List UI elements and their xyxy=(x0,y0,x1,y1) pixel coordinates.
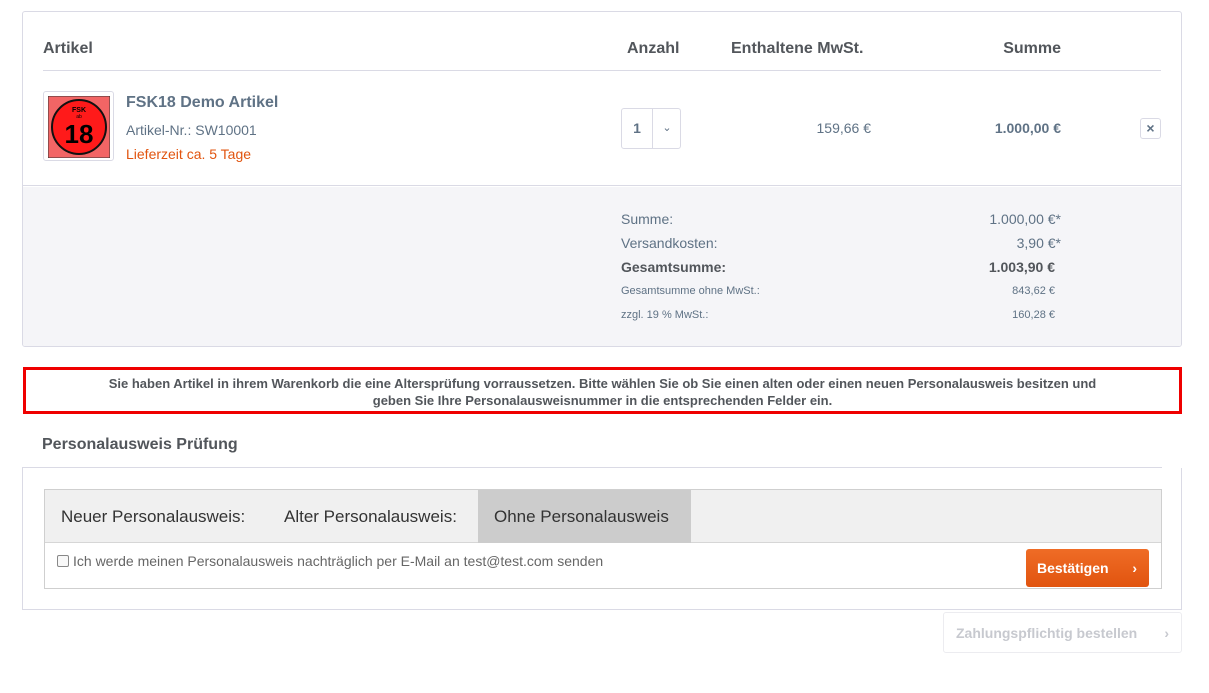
cart-item-row: FSK ab 18 FSK18 Demo Artikel Artikel-Nr.… xyxy=(23,72,1181,186)
tab-without-id[interactable]: Ohne Personalausweis xyxy=(478,490,691,543)
age-verification-notice: Sie haben Artikel in ihrem Warenkorb die… xyxy=(23,367,1182,414)
remove-item-button[interactable]: × xyxy=(1140,118,1161,139)
fsk18-badge-icon: FSK ab 18 xyxy=(48,96,110,158)
email-later-checkbox[interactable] xyxy=(57,555,69,567)
id-check-title: Personalausweis Prüfung xyxy=(42,436,238,453)
quantity-value: 1 xyxy=(633,120,641,136)
confirm-button-label: Bestätigen xyxy=(1037,560,1109,576)
quantity-select[interactable]: 1 ⌄ xyxy=(621,108,681,149)
header-article: Artikel xyxy=(43,40,93,57)
cart-table-header: Artikel Anzahl Enthaltene MwSt. Summe xyxy=(43,12,1161,71)
close-icon: × xyxy=(1146,120,1155,136)
product-name-link[interactable]: FSK18 Demo Artikel xyxy=(126,94,278,112)
header-sum: Summe xyxy=(1003,40,1061,57)
id-check-tabs-container: Neuer Personalausweis: Alter Personalaus… xyxy=(44,489,1162,589)
subtotal-value: 1.000,00 €* xyxy=(989,211,1061,227)
shipping-label: Versandkosten: xyxy=(621,235,718,251)
place-order-label: Zahlungspflichtig bestellen xyxy=(956,625,1138,641)
email-later-checkbox-label[interactable]: Ich werde meinen Personalausweis nachträ… xyxy=(57,553,603,569)
tab-new-id[interactable]: Neuer Personalausweis: xyxy=(45,490,261,543)
item-tax-value: 159,66 € xyxy=(816,120,872,136)
net-total-value: 843,62 € xyxy=(1012,285,1055,297)
id-check-panel: Neuer Personalausweis: Alter Personalaus… xyxy=(22,468,1182,610)
vat-label: zzgl. 19 % MwSt.: xyxy=(621,309,709,321)
product-image[interactable]: FSK ab 18 xyxy=(43,91,114,161)
chevron-down-icon[interactable]: ⌄ xyxy=(652,109,681,148)
header-quantity: Anzahl xyxy=(627,40,680,57)
chevron-right-icon: › xyxy=(1164,625,1169,641)
checkbox-label-text: Ich werde meinen Personalausweis nachträ… xyxy=(73,553,604,569)
shipping-value: 3,90 €* xyxy=(1016,235,1061,251)
cart-totals: Summe: 1.000,00 €* Versandkosten: 3,90 €… xyxy=(23,187,1181,346)
vat-value: 160,28 € xyxy=(1012,309,1055,321)
id-check-tabs: Neuer Personalausweis: Alter Personalaus… xyxy=(45,490,1161,543)
place-order-button[interactable]: Zahlungspflichtig bestellen › xyxy=(943,612,1182,653)
notice-line-2: geben Sie Ihre Personalausweisnummer in … xyxy=(372,393,833,408)
cart-table: Artikel Anzahl Enthaltene MwSt. Summe FS… xyxy=(22,11,1182,347)
item-sum-value: 1.000,00 € xyxy=(994,120,1061,136)
chevron-right-icon: › xyxy=(1132,560,1137,576)
net-total-label: Gesamtsumme ohne MwSt.: xyxy=(621,285,760,297)
product-number: Artikel-Nr.: SW10001 xyxy=(126,122,257,138)
notice-line-1: Sie haben Artikel in ihrem Warenkorb die… xyxy=(108,376,1097,391)
delivery-time: Lieferzeit ca. 5 Tage xyxy=(126,146,252,162)
badge-fsk-text: FSK xyxy=(72,107,86,114)
header-tax: Enthaltene MwSt. xyxy=(731,40,864,57)
subtotal-label: Summe: xyxy=(621,211,674,227)
tab-old-id[interactable]: Alter Personalausweis: xyxy=(268,490,473,543)
confirm-button[interactable]: Bestätigen › xyxy=(1026,549,1149,587)
badge-age-text: 18 xyxy=(65,119,94,149)
total-value: 1.003,90 € xyxy=(988,259,1055,275)
total-label: Gesamtsumme: xyxy=(621,259,727,275)
